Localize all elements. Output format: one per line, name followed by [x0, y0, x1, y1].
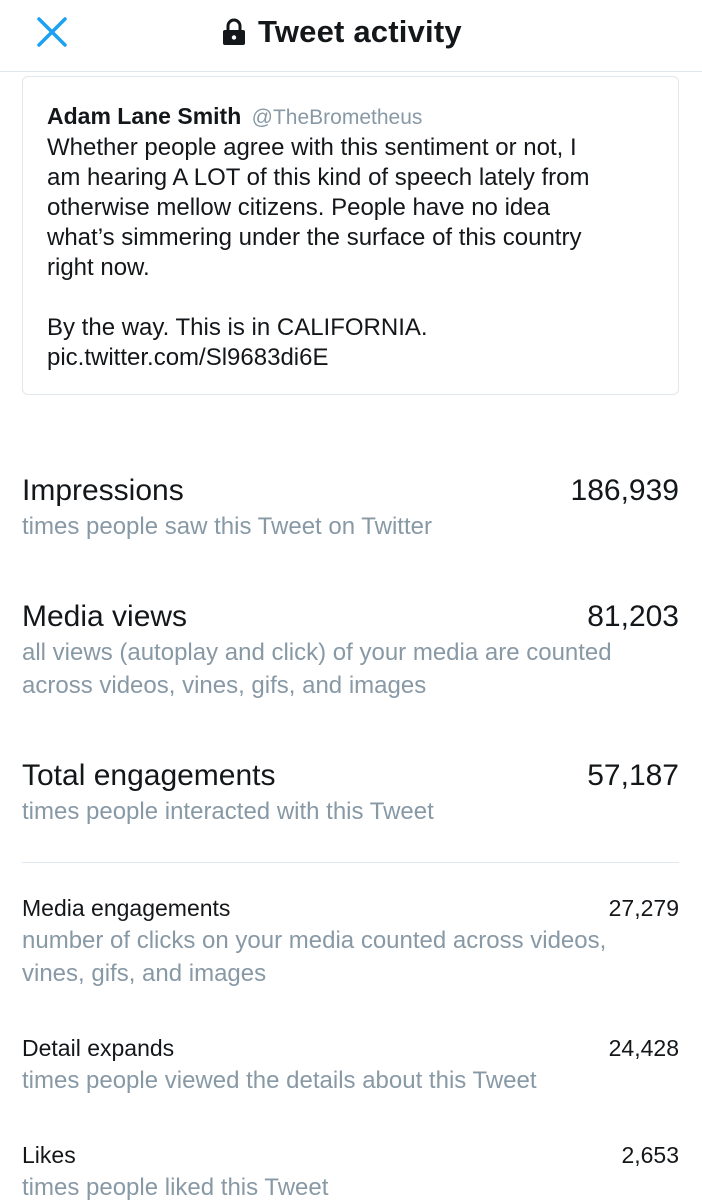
metric-description-line: vines, gifs, and images: [22, 960, 267, 987]
tweet-author-handle[interactable]: @TheBrometheus: [252, 106, 423, 129]
tweet-text-line: right now.: [47, 254, 150, 281]
metric-description-line: times people liked this Tweet: [22, 1174, 329, 1201]
metric-value: 24,428: [608, 1035, 679, 1061]
close-button[interactable]: [34, 14, 70, 50]
metric-description: number of clicks on your media counted a…: [22, 924, 679, 990]
metric-media-engagements: Media engagements 27,279 number of click…: [22, 895, 679, 990]
metric-description: times people interacted with this Tweet: [22, 795, 679, 828]
tweet-text-line: what’s simmering under the surface of th…: [47, 224, 582, 251]
tweet-text-line: otherwise mellow citizens. People have n…: [47, 194, 550, 221]
metric-description-line: times people viewed the details about th…: [22, 1067, 537, 1094]
tweet-author-name[interactable]: Adam Lane Smith: [47, 103, 241, 129]
metric-impressions: Impressions 186,939 times people saw thi…: [22, 474, 679, 543]
tweet-text: Whether people agree with this sentiment…: [47, 133, 654, 373]
metric-label: Total engagements: [22, 759, 276, 792]
metric-value: 57,187: [587, 759, 679, 792]
metric-label: Impressions: [22, 474, 184, 507]
section-divider: [22, 862, 679, 863]
metric-description: times people liked this Tweet: [22, 1171, 679, 1204]
tweet-media-link[interactable]: pic.twitter.com/Sl9683di6E: [47, 343, 654, 373]
metric-label: Media views: [22, 600, 188, 633]
tweet-card[interactable]: Adam Lane Smith @TheBrometheus Whether p…: [22, 76, 679, 395]
metric-detail-expands: Detail expands 24,428 times people viewe…: [22, 1035, 679, 1097]
metric-label: Detail expands: [22, 1035, 175, 1061]
metric-description-line: times people saw this Tweet on Twitter: [22, 513, 432, 540]
metric-likes: Likes 2,653 times people liked this Twee…: [22, 1142, 679, 1204]
header-bar: Tweet activity: [0, 0, 702, 72]
close-icon[interactable]: [34, 14, 70, 50]
metric-description: all views (autoplay and click) of your m…: [22, 636, 679, 702]
tweet-text-line: Whether people agree with this sentiment…: [47, 134, 577, 161]
metric-description-line: times people interacted with this Tweet: [22, 798, 434, 825]
metric-value: 186,939: [570, 474, 679, 507]
metric-description-line: across videos, vines, gifs, and images: [22, 672, 427, 699]
lock-icon: [223, 18, 245, 45]
metric-description: times people saw this Tweet on Twitter: [22, 510, 679, 543]
metric-value: 2,653: [621, 1142, 679, 1168]
metric-media-views: Media views 81,203 all views (autoplay a…: [22, 600, 679, 702]
tweet-author-line: Adam Lane Smith @TheBrometheus: [47, 101, 654, 133]
tweet-text-line: am hearing A LOT of this kind of speech …: [47, 164, 590, 191]
tweet-text-gap: [47, 283, 654, 313]
metric-description-line: number of clicks on your media counted a…: [22, 927, 607, 954]
metric-value: 27,279: [608, 895, 679, 921]
metric-value: 81,203: [587, 600, 679, 633]
metric-label: Likes: [22, 1142, 76, 1168]
metric-label: Media engagements: [22, 895, 231, 921]
tweet-text-line: By the way. This is in CALIFORNIA.: [47, 314, 428, 341]
page-title: Tweet activity: [258, 14, 462, 49]
metric-total-engagements: Total engagements 57,187 times people in…: [22, 759, 679, 828]
header-title-group: Tweet activity: [222, 12, 462, 52]
metric-description-line: all views (autoplay and click) of your m…: [22, 639, 612, 666]
metric-description: times people viewed the details about th…: [22, 1064, 679, 1097]
